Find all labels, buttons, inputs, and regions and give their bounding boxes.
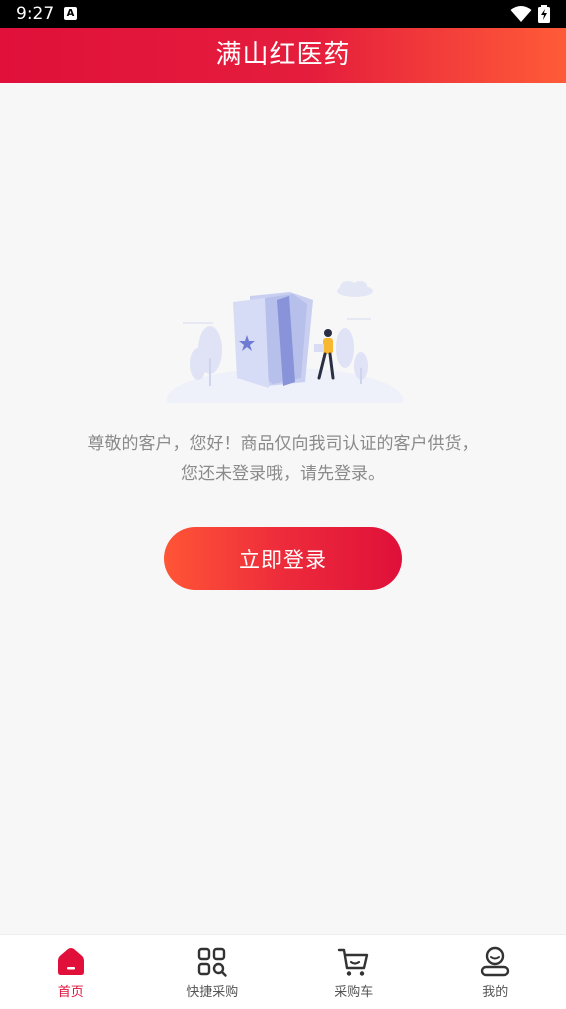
profile-icon: [478, 945, 512, 979]
tab-profile[interactable]: 我的: [425, 935, 566, 1009]
home-icon: [54, 945, 88, 979]
quick-purchase-icon: [195, 945, 229, 979]
battery-icon: [538, 5, 550, 23]
tab-label: 我的: [482, 981, 508, 1000]
tab-label: 首页: [58, 981, 84, 1000]
bottom-tab-bar: 首页 快捷采购 采购车 我的: [0, 934, 566, 1009]
tab-cart[interactable]: 采购车: [283, 935, 425, 1009]
notification-icon: A: [64, 7, 77, 20]
book-icon: [233, 292, 313, 388]
login-button[interactable]: 立即登录: [164, 527, 402, 590]
tab-label: 采购车: [334, 981, 373, 1000]
page-title: 满山红医药: [0, 28, 566, 83]
tab-quick-purchase[interactable]: 快捷采购: [142, 935, 284, 1009]
cloud-icon: [337, 281, 373, 297]
tab-label: 快捷采购: [186, 981, 238, 1000]
empty-state-illustration: [165, 278, 405, 403]
cart-icon: [337, 945, 371, 979]
app-header: 满山红医药: [0, 28, 566, 83]
tab-home[interactable]: 首页: [0, 935, 142, 1009]
status-bar: 9:27 A: [0, 0, 566, 28]
status-time: 9:27: [16, 4, 54, 24]
wifi-icon: [510, 5, 532, 23]
login-prompt-message: 尊敬的客户，您好！商品仅向我司认证的客户供货，您还未登录哦，请先登录。: [86, 429, 480, 489]
